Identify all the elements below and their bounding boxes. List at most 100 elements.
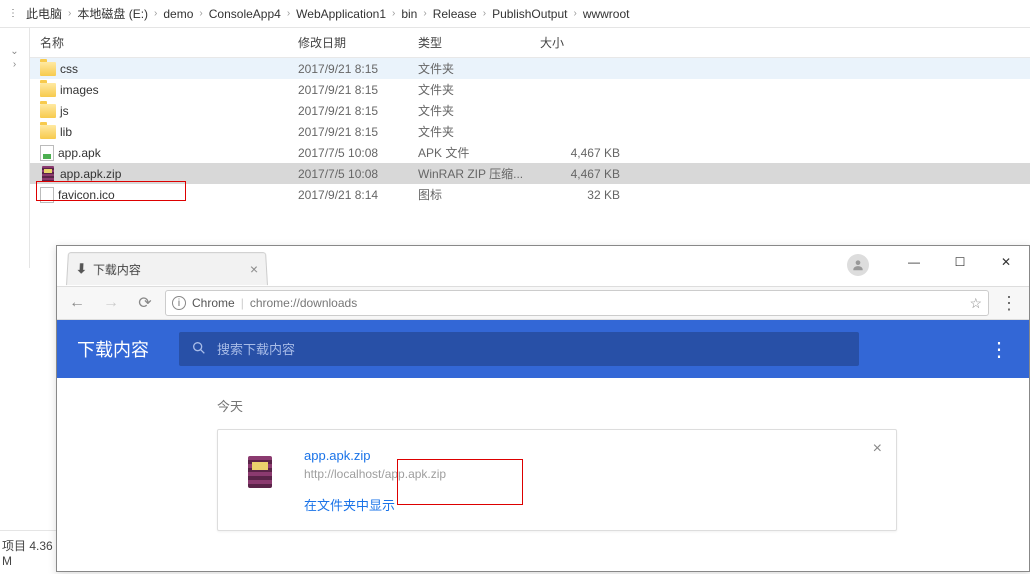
file-date: 2017/7/5 10:08	[298, 146, 418, 160]
info-icon[interactable]: i	[172, 296, 186, 310]
search-icon	[191, 340, 207, 359]
file-type: 文件夹	[418, 102, 540, 119]
download-item: app.apk.zip http://localhost/app.apk.zip…	[217, 429, 897, 531]
chrome-window: ⬇ 下载内容 × — ☐ ✕ ← → ⟳ i Chrome | chrome:/…	[56, 245, 1030, 572]
column-type[interactable]: 类型	[418, 34, 540, 51]
tab-title: 下载内容	[93, 261, 142, 278]
chevron-right-icon: ›	[571, 8, 578, 19]
window-controls: — ☐ ✕	[891, 246, 1029, 278]
search-input[interactable]	[217, 342, 847, 357]
file-row[interactable]: js 2017/9/21 8:15文件夹	[30, 100, 1030, 121]
file-type: 图标	[418, 186, 540, 203]
chevron-right-icon: ›	[285, 8, 292, 19]
file-date: 2017/9/21 8:15	[298, 104, 418, 118]
breadcrumb-item[interactable]: 此电脑	[26, 5, 62, 22]
back-button[interactable]: ←	[63, 289, 91, 317]
file-type: WinRAR ZIP 压缩...	[418, 165, 540, 182]
search-box[interactable]	[179, 332, 859, 366]
file-icon	[40, 187, 54, 203]
file-row[interactable]: app.apk.zip 2017/7/5 10:08WinRAR ZIP 压缩..…	[30, 163, 1030, 184]
file-thumbnail	[236, 448, 284, 496]
file-type: 文件夹	[418, 60, 540, 77]
file-row[interactable]: favicon.ico2017/9/21 8:14图标32 KB	[30, 184, 1030, 205]
folder-icon	[40, 125, 56, 139]
file-name: app.apk	[58, 146, 101, 160]
browser-tab[interactable]: ⬇ 下载内容 ×	[66, 252, 268, 285]
file-date: 2017/7/5 10:08	[298, 167, 418, 181]
reload-button[interactable]: ⟳	[131, 289, 159, 317]
file-type: 文件夹	[418, 123, 540, 140]
file-size: 32 KB	[540, 188, 640, 202]
file-date: 2017/9/21 8:15	[298, 83, 418, 97]
chevron-right-icon: ›	[421, 8, 428, 19]
breadcrumb[interactable]: ⋮ 此电脑 › 本地磁盘 (E:) › demo › ConsoleApp4 › Web…	[0, 0, 1030, 28]
chevron-right-icon: ›	[390, 8, 397, 19]
status-bar: 项目 4.36 M	[0, 530, 60, 574]
file-type: 文件夹	[418, 81, 540, 98]
close-tab-icon[interactable]: ×	[249, 261, 258, 277]
file-date: 2017/9/21 8:15	[298, 62, 418, 76]
breadcrumb-item[interactable]: wwwroot	[583, 7, 630, 21]
section-label: 今天	[217, 396, 1029, 415]
download-filename[interactable]: app.apk.zip	[304, 448, 878, 463]
file-list: 名称 修改日期 类型 大小 css2017/9/21 8:15文件夹images…	[30, 28, 1030, 268]
menu-button[interactable]: ⋮	[995, 289, 1023, 317]
file-name: favicon.ico	[58, 188, 115, 202]
chevron-right-icon: ›	[481, 8, 488, 19]
file-size: 4,467 KB	[540, 146, 640, 160]
breadcrumb-item[interactable]: ConsoleApp4	[209, 7, 281, 21]
omnibox[interactable]: i Chrome | chrome://downloads ☆	[165, 290, 989, 316]
file-name: js	[60, 104, 69, 118]
file-name: images	[60, 83, 99, 97]
more-button[interactable]: ⋮	[989, 337, 1009, 362]
rar-icon	[40, 166, 56, 182]
remove-download-icon[interactable]: ×	[873, 440, 882, 458]
file-row[interactable]: css 2017/9/21 8:15文件夹	[30, 58, 1030, 79]
chevron-right-icon[interactable]: ›	[13, 59, 16, 70]
chevron-down-icon[interactable]: ⌄	[10, 46, 18, 57]
breadcrumb-item[interactable]: bin	[401, 7, 417, 21]
show-in-folder-link[interactable]: 在文件夹中显示	[304, 495, 878, 514]
download-icon: ⬇	[76, 261, 88, 277]
column-headers[interactable]: 名称 修改日期 类型 大小	[30, 28, 1030, 58]
omnibox-url: chrome://downloads	[250, 296, 357, 310]
maximize-button[interactable]: ☐	[937, 246, 983, 278]
breadcrumb-item[interactable]: PublishOutput	[492, 7, 567, 21]
column-name[interactable]: 名称	[40, 34, 298, 51]
page-title: 下载内容	[77, 336, 149, 362]
minimize-button[interactable]: —	[891, 246, 937, 278]
file-name: app.apk.zip	[60, 167, 121, 181]
explorer-left-pane: ⌄ ›	[0, 28, 30, 268]
file-row[interactable]: lib 2017/9/21 8:15文件夹	[30, 121, 1030, 142]
chevron-right-icon: ›	[197, 8, 204, 19]
folder-icon	[40, 83, 56, 97]
omnibox-label: Chrome	[192, 296, 235, 310]
archive-icon	[244, 456, 276, 488]
downloads-header: 下载内容 ⋮	[57, 320, 1029, 378]
close-button[interactable]: ✕	[983, 246, 1029, 278]
apk-icon	[40, 145, 54, 161]
file-row[interactable]: images 2017/9/21 8:15文件夹	[30, 79, 1030, 100]
profile-icon[interactable]	[847, 254, 869, 276]
download-url: http://localhost/app.apk.zip	[304, 467, 878, 481]
folder-icon	[40, 62, 56, 76]
file-type: APK 文件	[418, 144, 540, 161]
chevron-right-icon: ›	[66, 8, 73, 19]
file-explorer: ⋮ 此电脑 › 本地磁盘 (E:) › demo › ConsoleApp4 › Web…	[0, 0, 1030, 268]
column-date[interactable]: 修改日期	[298, 34, 418, 51]
chevron-left-icon: ⋮	[8, 8, 18, 19]
downloads-body: 今天 app.apk.zip http://localhost/app.apk.…	[57, 378, 1029, 531]
file-row[interactable]: app.apk 2017/7/5 10:08APK 文件4,467 KB	[30, 142, 1030, 163]
breadcrumb-item[interactable]: 本地磁盘 (E:)	[77, 5, 148, 22]
breadcrumb-item[interactable]: demo	[163, 7, 193, 21]
file-name: css	[60, 62, 78, 76]
bookmark-icon[interactable]: ☆	[969, 295, 982, 312]
file-size: 4,467 KB	[540, 167, 640, 181]
file-name: lib	[60, 125, 72, 139]
breadcrumb-item[interactable]: WebApplication1	[296, 7, 386, 21]
forward-button[interactable]: →	[97, 289, 125, 317]
address-bar: ← → ⟳ i Chrome | chrome://downloads ☆ ⋮	[57, 286, 1029, 320]
file-date: 2017/9/21 8:15	[298, 125, 418, 139]
column-size[interactable]: 大小	[540, 34, 640, 51]
breadcrumb-item[interactable]: Release	[433, 7, 477, 21]
